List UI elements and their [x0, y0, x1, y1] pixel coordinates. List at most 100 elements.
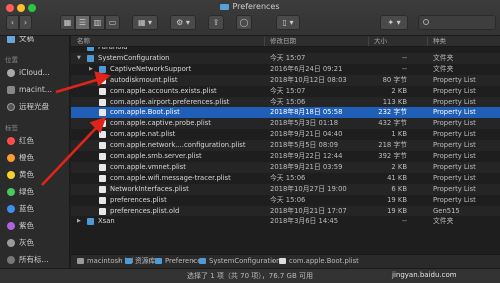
path-segment[interactable]: com.apple.Boot.plist [289, 255, 359, 268]
document-icon [99, 142, 106, 150]
folder-icon [99, 65, 106, 73]
file-date: 2018年10月27日 19:00 [270, 184, 347, 193]
share-button[interactable]: ⇪ [208, 15, 224, 30]
quicklook-button[interactable]: ▯ ▾ [276, 15, 300, 30]
file-kind: Property List [433, 162, 476, 171]
file-name: com.apple.nat.plist [110, 130, 176, 139]
folder-icon [155, 258, 162, 264]
document-icon [99, 87, 106, 95]
folder-icon [125, 258, 132, 264]
file-kind: Property List [433, 130, 476, 139]
file-kind: Property List [433, 75, 476, 84]
sidebar-tag-item[interactable]: 橙色 [0, 151, 69, 165]
column-size[interactable]: 大小 [374, 36, 387, 47]
file-size: -- [402, 53, 407, 62]
disclosure-triangle-icon[interactable]: ▼ [77, 53, 81, 64]
file-date: 今天 15:07 [270, 53, 306, 62]
file-name: com.apple.smb.server.plist [110, 152, 202, 160]
folder-icon [199, 258, 206, 264]
file-row[interactable]: com.apple.network....configuration.plist… [71, 140, 500, 151]
file-size: 218 字节 [378, 141, 407, 150]
sidebar-tag-item[interactable]: 黄色 [0, 168, 69, 182]
file-date: 2018年10月21日 17:07 [270, 206, 347, 215]
tag-color-dot-icon [7, 205, 15, 213]
sidebar-tags-header: 标签 [5, 124, 18, 132]
chevron-left-icon: ‹ [10, 18, 15, 27]
document-icon [99, 163, 106, 171]
sidebar-tag-item[interactable]: 蓝色 [0, 202, 69, 216]
file-name: com.apple.accounts.exists.plist [110, 86, 217, 95]
document-icon [99, 120, 106, 128]
file-row[interactable]: com.apple.wifi.message-tracer.plist 今天 15… [71, 173, 500, 184]
path-segment[interactable]: SystemConfiguration [209, 255, 280, 268]
file-kind: Property List [433, 173, 476, 182]
sidebar-tag-item[interactable]: 灰色 [0, 236, 69, 250]
tags-button[interactable]: ◯ [236, 15, 252, 30]
file-date: 2018年9月21日 04:40 [270, 130, 343, 139]
folder-icon [220, 4, 230, 10]
sidebar-tag-item[interactable]: 所有标... [0, 253, 69, 267]
file-row[interactable]: com.apple.vmnet.plist 2018年9月21日 03:59 2 K… [71, 161, 500, 173]
column-kind[interactable]: 种类 [433, 36, 446, 47]
column-header: 名称 修改日期 大小 种类 [71, 36, 500, 47]
disclosure-triangle-icon[interactable]: ▶ [89, 64, 93, 75]
sidebar-item-macintosh[interactable]: macint... [0, 83, 69, 97]
file-row[interactable]: ▼ SystemConfiguration 今天 15:07 -- 文件夹 [71, 52, 500, 64]
file-name: preferences.plist.old [110, 206, 180, 215]
file-row[interactable]: com.apple.accounts.exists.plist 今天 15:07 2… [71, 86, 500, 97]
sidebar-tag-item[interactable]: 红色 [0, 134, 69, 148]
file-row[interactable]: preferences.plist 今天 15:06 19 KB Property L… [71, 195, 500, 206]
file-kind: Property List [433, 97, 476, 106]
action-button[interactable]: ⚙ ▾ [170, 15, 196, 30]
column-view-button[interactable]: ▥ [90, 15, 105, 30]
file-kind: Property List [433, 119, 476, 128]
disclosure-triangle-icon[interactable]: ▶ [77, 216, 81, 227]
toolbar: Preferences ‹ › ▦ ☰ ▥ ▭ ▦ ▾ ⚙ ▾ ⇪ ◯ ▯ ▾ … [0, 0, 500, 36]
file-row[interactable]: com.apple.captive.probe.plist 2018年5月3日 0… [71, 118, 500, 130]
sidebar-item-icloud[interactable]: iCloud... [0, 66, 69, 80]
file-name: NetworkInterfaces.plist [110, 184, 189, 193]
file-size: 432 字节 [378, 119, 407, 128]
file-row[interactable]: preferences.plist.old 2018年10月21日 17:07 19… [71, 205, 500, 217]
file-name: com.apple.captive.probe.plist [110, 119, 211, 128]
path-segment[interactable]: 资源库 [135, 255, 155, 268]
file-kind: Property List [433, 86, 476, 95]
file-row[interactable]: autodiskmount.plist 2018年10月12日 08:03 80 字… [71, 74, 500, 86]
path-separator-icon: › [272, 257, 275, 265]
file-date: 2018年9月21日 03:59 [270, 162, 343, 171]
forward-button[interactable]: › [19, 15, 32, 30]
file-row[interactable]: com.apple.nat.plist 2018年9月21日 04:40 1 KB P… [71, 129, 500, 140]
sidebar-item-documents[interactable]: 文稿 [0, 36, 69, 46]
sidebar-tag-item[interactable]: 绿色 [0, 185, 69, 199]
file-row[interactable]: NetworkInterfaces.plist 2018年10月27日 19:00… [71, 183, 500, 195]
file-row[interactable]: ▶ Xsan 2018年3月6日 14:45 -- 文件夹 [71, 216, 500, 227]
sidebar-tag-item[interactable]: 紫色 [0, 219, 69, 233]
column-date[interactable]: 修改日期 [270, 36, 296, 47]
column-name[interactable]: 名称 [77, 36, 90, 47]
icon-grid-icon: ▦ [63, 18, 72, 27]
file-date: 2018年9月22日 12:44 [270, 152, 343, 160]
dropbox-button[interactable]: ✦ ▾ [380, 15, 408, 30]
search-field[interactable] [418, 15, 496, 30]
file-kind: Property List [433, 141, 476, 150]
file-row[interactable]: com.apple.airport.preferences.plist 今天 15… [71, 96, 500, 108]
hard-drive-icon [7, 86, 15, 94]
disc-icon [7, 103, 15, 111]
back-button[interactable]: ‹ [6, 15, 19, 30]
cloud-icon [7, 69, 15, 77]
file-date: 2018年5月3日 01:18 [270, 119, 339, 128]
group-button[interactable]: ▦ ▾ [132, 15, 158, 30]
file-size: 232 字节 [378, 108, 407, 117]
document-icon [99, 207, 106, 215]
file-date: 2018年5月5日 08:09 [270, 141, 339, 150]
file-kind: 文件夹 [433, 64, 454, 73]
file-row[interactable]: ▶ CaptiveNetworkSupport 2016年6月24日 09:21 --… [71, 64, 500, 75]
chevron-right-icon: › [23, 18, 28, 27]
gallery-view-button[interactable]: ▭ [105, 15, 120, 30]
file-row[interactable]: com.apple.smb.server.plist 2018年9月22日 12:… [71, 151, 500, 162]
list-view-button[interactable]: ☰ [75, 15, 90, 30]
file-row[interactable]: com.apple.Boot.plist 2018年8月18日 05:58 232 … [71, 107, 500, 119]
file-name: com.apple.network....configuration.plist [110, 141, 246, 150]
icon-view-button[interactable]: ▦ [60, 15, 75, 30]
sidebar-item-remote-disc[interactable]: 远程光盘 [0, 100, 69, 114]
